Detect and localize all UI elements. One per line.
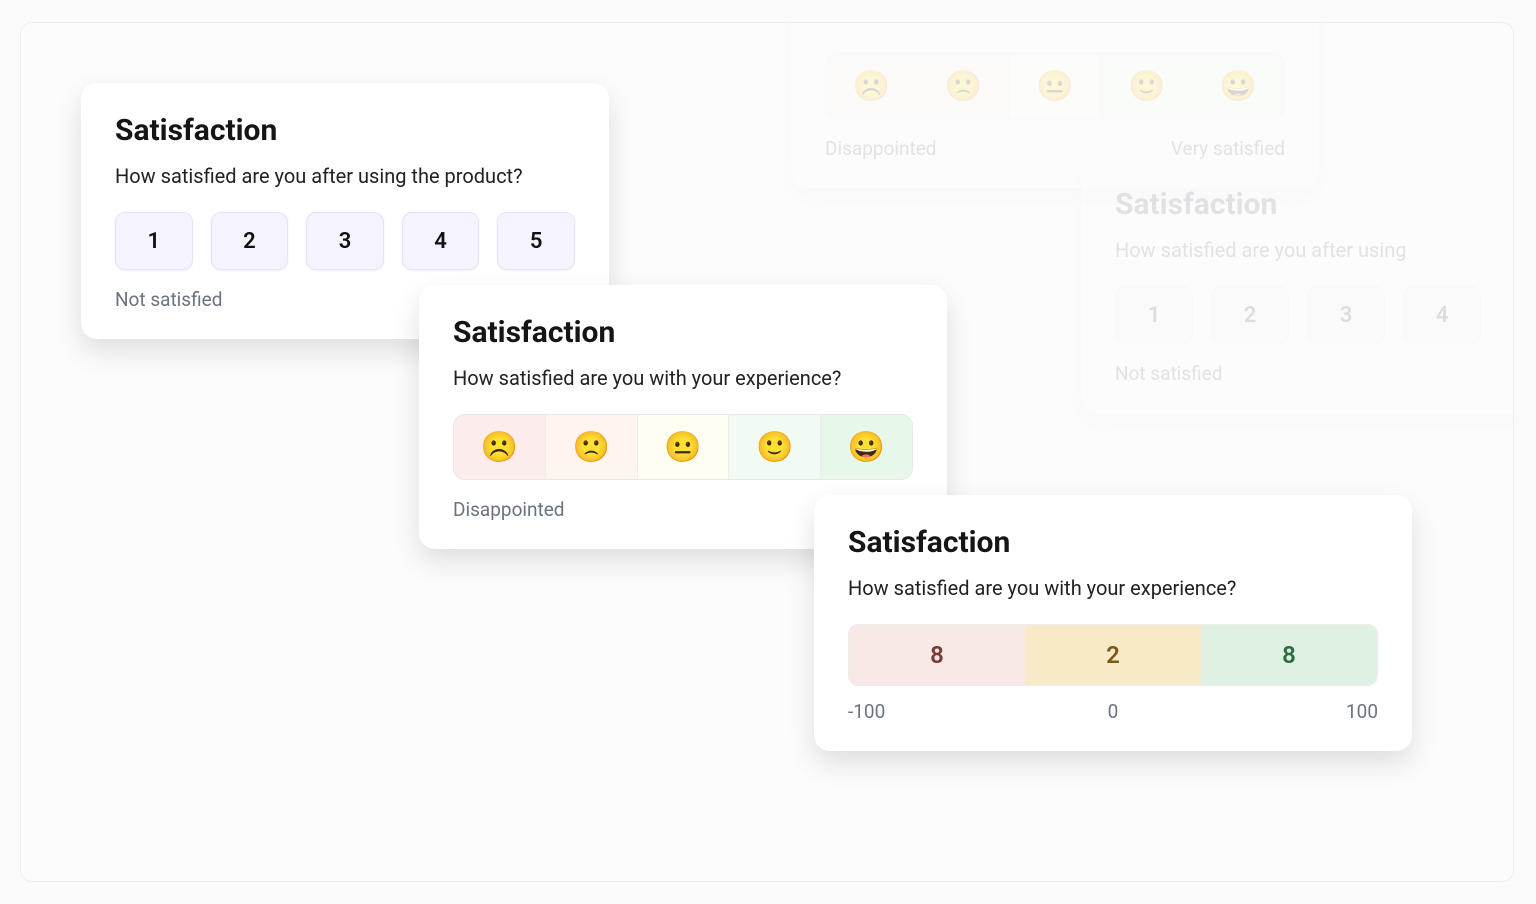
rating-button-2-bg[interactable]: 2 xyxy=(1211,286,1289,344)
emoji-option-2[interactable]: 🙁 xyxy=(546,415,638,479)
card-title: Satisfaction xyxy=(453,315,913,350)
emoji-option-3-bg[interactable]: 😐 xyxy=(1010,54,1102,118)
emoji-option-1[interactable]: ☹️ xyxy=(454,415,546,479)
emoji-option-3[interactable]: 😐 xyxy=(638,415,730,479)
nps-passives-segment[interactable]: 2 xyxy=(1025,625,1201,685)
emoji-caption-left-bg: Disappointed xyxy=(825,137,1055,160)
card-title: Satisfaction xyxy=(1115,187,1514,222)
emoji-option-2-bg[interactable]: 🙁 xyxy=(918,54,1010,118)
nps-scale-labels: -100 0 100 xyxy=(848,700,1378,723)
card-question: How satisfied are you with your experien… xyxy=(848,574,1378,602)
card-question: How satisfied are you after using xyxy=(1115,236,1514,264)
numeric-rating-row-bg: 1 2 3 4 xyxy=(1115,286,1514,344)
nps-scale-max: 100 xyxy=(1201,700,1378,723)
numeric-caption-left-bg: Not satisfied xyxy=(1115,362,1514,385)
nps-scale-mid: 0 xyxy=(1025,700,1202,723)
rating-button-1-bg[interactable]: 1 xyxy=(1115,286,1193,344)
numeric-rating-row: 1 2 3 4 5 xyxy=(115,212,575,270)
emoji-option-5[interactable]: 😀 xyxy=(821,415,912,479)
emoji-option-4[interactable]: 🙂 xyxy=(729,415,821,479)
rating-button-1[interactable]: 1 xyxy=(115,212,193,270)
card-title: Satisfaction xyxy=(115,113,575,148)
card-title: Satisfaction xyxy=(848,525,1378,560)
rating-button-2[interactable]: 2 xyxy=(211,212,289,270)
rating-button-4[interactable]: 4 xyxy=(402,212,480,270)
nps-detractors-segment[interactable]: 8 xyxy=(849,625,1025,685)
emoji-option-5-bg[interactable]: 😀 xyxy=(1193,54,1284,118)
emoji-rating-segmented: ☹️ 🙁 😐 🙂 😀 xyxy=(453,414,913,480)
nps-promoters-segment[interactable]: 8 xyxy=(1201,625,1377,685)
nps-summary-bar: 8 2 8 xyxy=(848,624,1378,686)
rating-button-3[interactable]: 3 xyxy=(306,212,384,270)
satisfaction-numeric-card-bg: Satisfaction How satisfied are you after… xyxy=(1081,157,1514,413)
rating-button-3-bg[interactable]: 3 xyxy=(1307,286,1385,344)
rating-button-5[interactable]: 5 xyxy=(497,212,575,270)
card-question: How satisfied are you after using the pr… xyxy=(115,162,575,190)
rating-button-4-bg[interactable]: 4 xyxy=(1403,286,1481,344)
emoji-rating-segmented: ☹️ 🙁 😐 🙂 😀 xyxy=(825,53,1285,119)
card-question: How satisfied are you with your experien… xyxy=(453,364,913,392)
satisfaction-nps-card: Satisfaction How satisfied are you with … xyxy=(814,495,1412,751)
example-frame: ☹️ 🙁 😐 🙂 😀 Disappointed Very satisfied S… xyxy=(20,22,1514,882)
nps-scale-min: -100 xyxy=(848,700,1025,723)
numeric-caption-row-bg: Not satisfied xyxy=(1115,362,1514,385)
emoji-option-4-bg[interactable]: 🙂 xyxy=(1101,54,1193,118)
emoji-option-1-bg[interactable]: ☹️ xyxy=(826,54,918,118)
